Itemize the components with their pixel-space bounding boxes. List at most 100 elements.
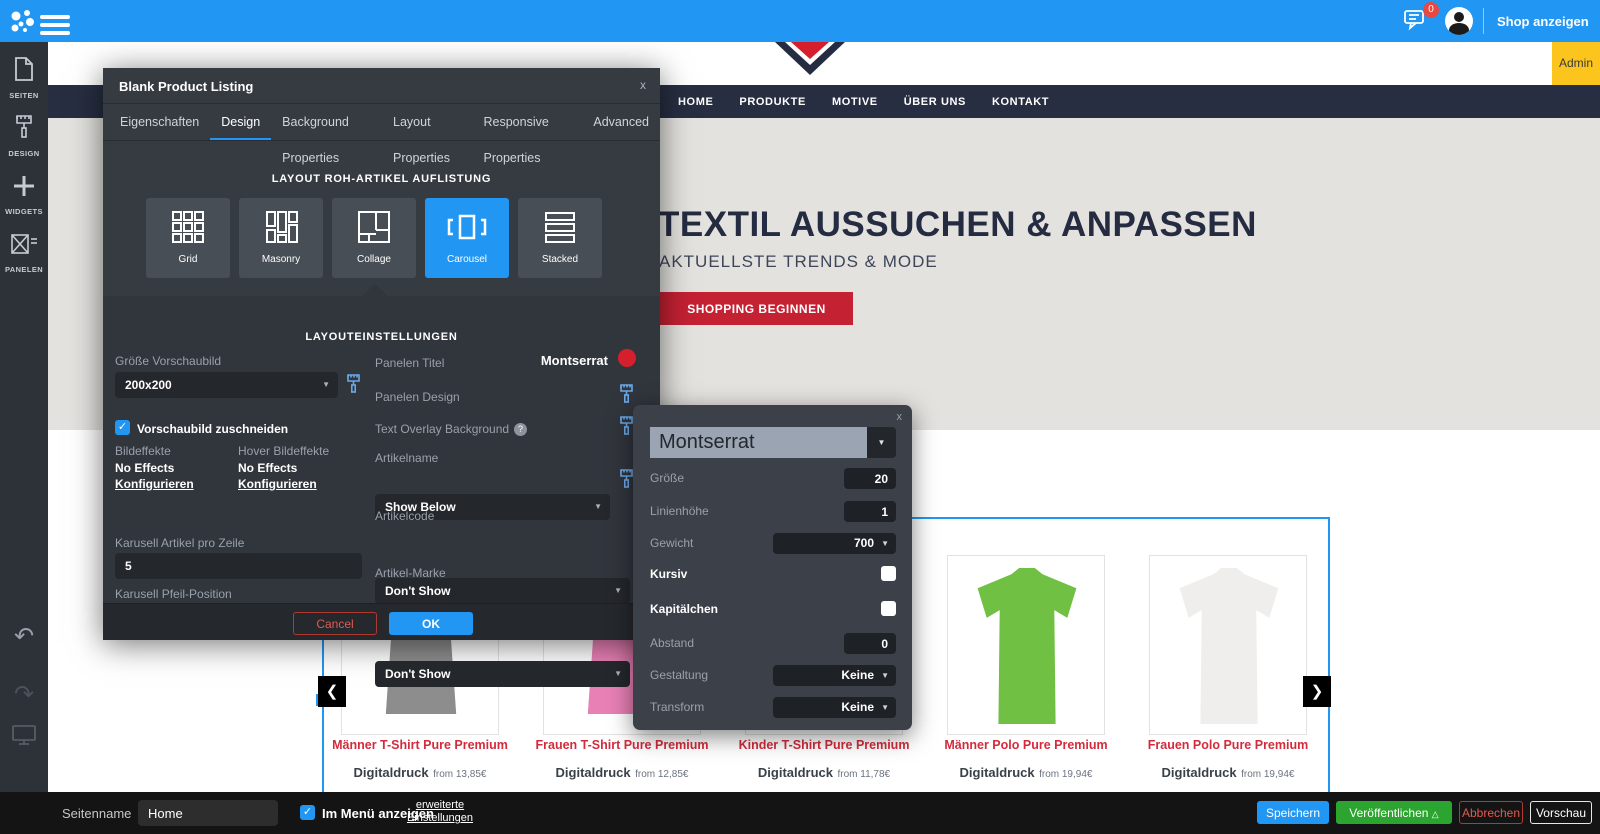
letter-spacing-input[interactable] [844,633,896,654]
font-size-row: Größe [650,468,896,489]
shopping-beginnen-button[interactable]: SHOPPING BEGINNEN [660,292,853,325]
abort-button[interactable]: Abbrechen [1459,801,1523,824]
product-name[interactable]: Männer T-Shirt Pure Premium [320,738,520,752]
layout-option-collage[interactable]: Collage [332,198,416,278]
line-height-input[interactable] [844,501,896,522]
shop-logo [775,42,845,78]
polo-graphic [962,568,1092,724]
thumbnail-size-value: 200x200 [125,378,172,392]
artikelname-label: Artikelname [375,451,438,465]
product-name[interactable]: Frauen Polo Pure Premium [1128,738,1328,752]
image-effects-value: No Effects [115,461,174,475]
font-size-input[interactable] [844,468,896,489]
tab-eigenschaften[interactable]: Eigenschaften [109,104,210,140]
product-price: Digitaldruck from 12,85€ [522,764,722,782]
layout-option-label: Collage [332,254,416,265]
paintbrush-icon[interactable] [619,469,634,494]
ok-button[interactable]: OK [389,612,473,635]
show-in-menu-checkbox[interactable] [300,805,315,820]
sidebar-item-widgets[interactable]: WIDGETS [0,174,48,216]
modal-title: Blank Product Listing [119,79,253,94]
polo-graphic [1164,568,1294,724]
sidebar-item-design[interactable]: DESIGN [0,114,48,158]
crop-thumbnail-checkbox[interactable] [115,420,130,435]
layout-option-masonry[interactable]: Masonry [239,198,323,278]
hover-effects-configure-link[interactable]: Konfigurieren [238,477,317,491]
font-weight-select[interactable]: 700▼ [773,533,896,554]
pagename-label: Seitenname [62,806,131,821]
font-weight-label: Gewicht [650,536,693,550]
panel-title-font-value[interactable]: Montserrat [503,353,608,368]
admin-tab[interactable]: Admin [1552,42,1600,85]
settings-section-title: LAYOUTEINSTELLUNGEN [103,331,660,343]
messages-icon[interactable]: 0 [1403,8,1429,37]
layout-option-stacked[interactable]: Stacked [518,198,602,278]
italic-checkbox[interactable] [881,566,896,581]
paintbrush-icon[interactable] [619,416,634,441]
italic-label: Kursiv [650,567,687,581]
sidebar-item-label: WIDGETS [0,207,48,216]
product-image [1149,555,1307,735]
artikel-marke-select[interactable]: Don't Show▼ [375,661,630,687]
panel-title-color-swatch[interactable] [618,349,636,367]
product-price: Digitaldruck from 11,78€ [724,764,924,782]
redo-icon[interactable]: ↷ [0,680,48,709]
popup-close-icon[interactable]: x [897,411,903,423]
transform-select[interactable]: Keine▼ [773,697,896,718]
cancel-button[interactable]: Cancel [293,612,377,635]
sidebar-item-seiten[interactable]: SEITEN [0,56,48,100]
decoration-select[interactable]: Keine▼ [773,665,896,686]
carousel-next-arrow[interactable]: ❯ [1303,676,1331,707]
page-icon [13,56,35,82]
tab-advanced[interactable]: Advanced [582,104,660,140]
shop-anzeigen-link[interactable]: Shop anzeigen [1497,14,1589,29]
help-icon[interactable]: ? [514,423,527,436]
thumbnail-size-select[interactable]: 200x200▼ [115,372,338,398]
nav-item-home[interactable]: HOME [678,96,713,108]
preview-button[interactable]: Vorschau [1530,801,1592,824]
panel-title-label: Panelen Titel [375,356,444,370]
product-card[interactable] [1149,555,1307,735]
paintbrush-icon[interactable] [346,374,361,399]
nav-item-kontakt[interactable]: KONTAKT [992,96,1049,108]
product-card[interactable] [947,555,1105,735]
app-logo[interactable] [8,7,36,40]
tab-design[interactable]: Design [210,104,271,140]
panels-icon [10,232,38,256]
tab-responsive-properties[interactable]: Responsive Properties [473,104,583,140]
undo-icon[interactable]: ↶ [0,622,48,651]
hero-title: TEXTIL AUSSUCHEN & ANPASSEN [658,205,1257,245]
letter-spacing-label: Abstand [650,636,694,650]
product-name[interactable]: Männer Polo Pure Premium [926,738,1126,752]
smallcaps-checkbox[interactable] [881,601,896,616]
nav-item-produkte[interactable]: PRODUKTE [739,96,806,108]
artikelcode-select[interactable]: Don't Show▼ [375,578,630,604]
layout-option-carousel[interactable]: Carousel [425,198,509,278]
carousel-icon [445,210,489,244]
font-family-select[interactable]: Montserrat ▼ [650,427,896,458]
items-per-row-input[interactable] [115,553,362,579]
nav-item-motive[interactable]: MOTIVE [832,96,878,108]
product-name[interactable]: Frauen T-Shirt Pure Premium [522,738,722,752]
image-effects-configure-link[interactable]: Konfigurieren [115,477,194,491]
sidebar-item-panelen[interactable]: PANELEN [0,232,48,274]
tab-background-properties[interactable]: Background Properties [271,104,382,140]
layout-option-label: Masonry [239,254,323,265]
publish-button[interactable]: Veröffentlichen △ [1336,801,1452,824]
advanced-settings-link[interactable]: erweiterte Einstellungen [400,799,480,825]
hamburger-menu-icon[interactable] [40,11,70,39]
carousel-prev-arrow[interactable]: ❮ [318,676,346,707]
tab-layout-properties[interactable]: Layout Properties [382,104,472,140]
decoration-value: Keine [841,668,874,682]
layout-option-grid[interactable]: Grid [146,198,230,278]
chevron-down-icon: ▼ [867,427,896,458]
pagename-input[interactable] [138,800,278,826]
paintbrush-icon[interactable] [619,384,634,409]
product-price: Digitaldruck from 19,94€ [926,764,1126,782]
product-name[interactable]: Kinder T-Shirt Pure Premium [724,738,924,752]
modal-close-icon[interactable]: x [640,78,646,92]
desktop-preview-icon[interactable] [0,724,48,751]
avatar[interactable] [1445,7,1473,35]
save-button[interactable]: Speichern [1257,801,1329,824]
nav-item-ueber-uns[interactable]: ÜBER UNS [904,96,966,108]
